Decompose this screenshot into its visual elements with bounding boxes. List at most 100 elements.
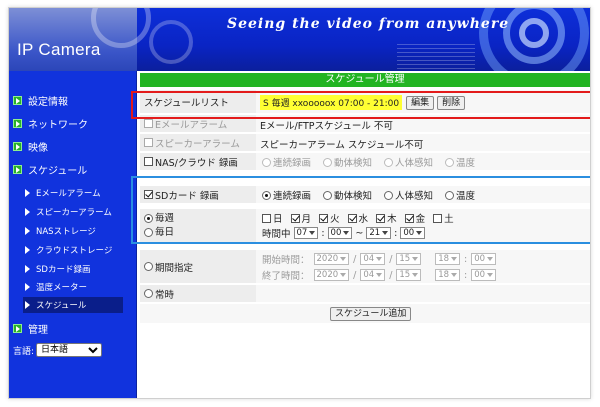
day-checkbox-thu[interactable] bbox=[376, 213, 386, 223]
arrow-icon bbox=[13, 118, 22, 128]
sidebar-item-settings-info[interactable]: 設定情報 bbox=[13, 92, 68, 108]
sd-mode-radio[interactable] bbox=[262, 190, 271, 200]
end-minute-select[interactable]: 00 bbox=[400, 227, 426, 239]
start-year-select[interactable]: 2020 bbox=[313, 253, 350, 265]
end-hour-select[interactable]: 21 bbox=[366, 227, 392, 239]
email-alarm-checkbox[interactable] bbox=[144, 119, 153, 128]
sd-mode-radio[interactable] bbox=[384, 190, 394, 200]
end-minute-dt-select[interactable]: 00 bbox=[471, 269, 497, 281]
nas-mode-radio[interactable] bbox=[445, 157, 455, 167]
mode-label: 人体感知 bbox=[395, 191, 434, 202]
always-label: 常時 bbox=[144, 285, 174, 302]
sidebar-sub-cloud-storage[interactable]: クラウドストレージ bbox=[25, 242, 112, 258]
always-radio[interactable] bbox=[144, 289, 153, 298]
email-alarm-value: Eメール/FTPスケジュール 不可 bbox=[260, 121, 393, 132]
sidebar: 設定情報 ネットワーク 映像 スケジュール Eメールアラーム スピーカーアラーム… bbox=[9, 71, 137, 398]
sidebar-item-schedule[interactable]: スケジュール bbox=[13, 161, 87, 177]
sidebar-item-label: 管理 bbox=[28, 324, 48, 336]
app-frame: IP Camera Seeing the video from anywhere… bbox=[8, 7, 591, 399]
sd-mode-radio[interactable] bbox=[323, 190, 333, 200]
edit-button[interactable]: 編集 bbox=[406, 95, 435, 110]
arrow-icon bbox=[13, 323, 22, 333]
email-alarm-row: Eメールアラーム Eメール/FTPスケジュール 不可 bbox=[140, 115, 590, 133]
triangle-right-icon bbox=[25, 208, 30, 216]
day-checkbox-sat[interactable] bbox=[433, 213, 443, 223]
add-schedule-button[interactable]: スケジュール追加 bbox=[330, 307, 412, 321]
weekly-radio[interactable] bbox=[144, 214, 153, 223]
mode-label: 温度 bbox=[456, 191, 476, 202]
arrow-icon bbox=[13, 164, 22, 174]
mode-label: 連続録画 bbox=[273, 158, 312, 169]
day-checkbox-wed[interactable] bbox=[347, 213, 357, 223]
sidebar-sub-schedule-active[interactable]: スケジュール bbox=[23, 297, 123, 313]
language-label: 言語: bbox=[13, 346, 35, 357]
nas-mode-radio[interactable] bbox=[384, 157, 394, 167]
time-range: 時間中 07 : 00 ~ 21 : 00 bbox=[262, 226, 426, 240]
sidebar-sub-temperature[interactable]: 温度メーター bbox=[25, 279, 87, 295]
add-row: スケジュール追加 bbox=[140, 304, 590, 324]
nas-mode-radio[interactable] bbox=[323, 157, 333, 167]
schedule-list-row: スケジュールリスト S 毎週 xxooooox 07:00 - 21:00 編集… bbox=[140, 90, 590, 114]
speaker-alarm-checkbox[interactable] bbox=[144, 138, 153, 147]
day-checkbox-sun[interactable] bbox=[262, 213, 271, 223]
sidebar-sub-email-alarm[interactable]: Eメールアラーム bbox=[25, 185, 101, 201]
sidebar-item-manage[interactable]: 管理 bbox=[13, 320, 48, 336]
sidebar-sub-label: スピーカーアラーム bbox=[36, 208, 112, 218]
daily-radio[interactable] bbox=[144, 228, 153, 237]
arrow-icon bbox=[13, 141, 22, 151]
nas-mode-radio[interactable] bbox=[262, 157, 271, 167]
schedule-list-label: スケジュールリスト bbox=[144, 97, 229, 109]
start-month-select[interactable]: 04 bbox=[360, 253, 386, 265]
sidebar-item-video[interactable]: 映像 bbox=[13, 138, 48, 154]
sidebar-item-network[interactable]: ネットワーク bbox=[13, 115, 88, 131]
always-row: 常時 bbox=[140, 285, 590, 303]
start-label: 開始時間： bbox=[262, 255, 310, 266]
language-select[interactable]: 日本語 bbox=[36, 343, 103, 357]
day-label: 火 bbox=[330, 214, 340, 225]
language-selector: 言語: 日本語 bbox=[13, 343, 103, 357]
start-hour-dt-select[interactable]: 18 bbox=[435, 253, 461, 265]
end-hour-dt-select[interactable]: 18 bbox=[435, 269, 461, 281]
nas-row: NAS/クラウド 録画 連続録画 動体検知 人体感知 温度 bbox=[140, 153, 590, 171]
day-label: 土 bbox=[444, 214, 454, 225]
colon: : bbox=[321, 227, 325, 239]
recurrence-row: 毎週 毎日 日 月 火 水 木 金 土 時間中 07 : 00 ~ 21 : 0… bbox=[140, 209, 590, 243]
sidebar-sub-speaker-alarm[interactable]: スピーカーアラーム bbox=[25, 204, 112, 220]
period-label: 期間指定 bbox=[144, 250, 193, 283]
day-label: 日 bbox=[273, 214, 283, 225]
banner: IP Camera Seeing the video from anywhere bbox=[9, 8, 590, 71]
end-year-select[interactable]: 2020 bbox=[313, 269, 350, 281]
mode-label: 動体検知 bbox=[334, 158, 373, 169]
page-title: スケジュール管理 bbox=[140, 73, 590, 87]
start-day-select[interactable]: 15 bbox=[396, 253, 422, 265]
triangle-right-icon bbox=[25, 227, 30, 235]
sd-mode-radio[interactable] bbox=[445, 190, 455, 200]
day-label: 木 bbox=[387, 214, 397, 225]
delete-button[interactable]: 削除 bbox=[437, 95, 466, 110]
period-radio[interactable] bbox=[144, 262, 153, 271]
sidebar-sub-sd-recording[interactable]: SDカード録画 bbox=[25, 261, 90, 277]
decor-ring bbox=[519, 18, 549, 48]
day-checkbox-tue[interactable] bbox=[319, 213, 329, 223]
decor-ring bbox=[149, 20, 193, 64]
end-day-select[interactable]: 15 bbox=[396, 269, 422, 281]
nas-checkbox[interactable] bbox=[144, 157, 153, 166]
day-checkbox-fri[interactable] bbox=[404, 213, 414, 223]
triangle-right-icon bbox=[25, 246, 30, 254]
period-text: 期間指定 bbox=[155, 262, 194, 274]
triangle-right-icon bbox=[25, 283, 30, 291]
sidebar-sub-nas-storage[interactable]: NASストレージ bbox=[25, 223, 96, 239]
start-minute-dt-select[interactable]: 00 bbox=[471, 253, 497, 265]
day-checkbox-mon[interactable] bbox=[290, 213, 300, 223]
end-label: 終了時間： bbox=[262, 271, 310, 282]
start-hour-select[interactable]: 07 bbox=[293, 227, 319, 239]
start-minute-select[interactable]: 00 bbox=[327, 227, 353, 239]
add-button-wrap: スケジュール追加 bbox=[330, 307, 412, 321]
sidebar-sub-label: クラウドストレージ bbox=[36, 246, 113, 256]
email-alarm-label: Eメールアラーム bbox=[144, 115, 227, 132]
end-month-select[interactable]: 04 bbox=[360, 269, 386, 281]
sd-checkbox[interactable] bbox=[144, 190, 153, 199]
schedule-entry[interactable]: S 毎週 xxooooox 07:00 - 21:00 bbox=[260, 95, 403, 110]
schedule-list-controls: S 毎週 xxooooox 07:00 - 21:00 編集 削除 bbox=[260, 95, 466, 110]
triangle-right-icon bbox=[25, 265, 30, 273]
